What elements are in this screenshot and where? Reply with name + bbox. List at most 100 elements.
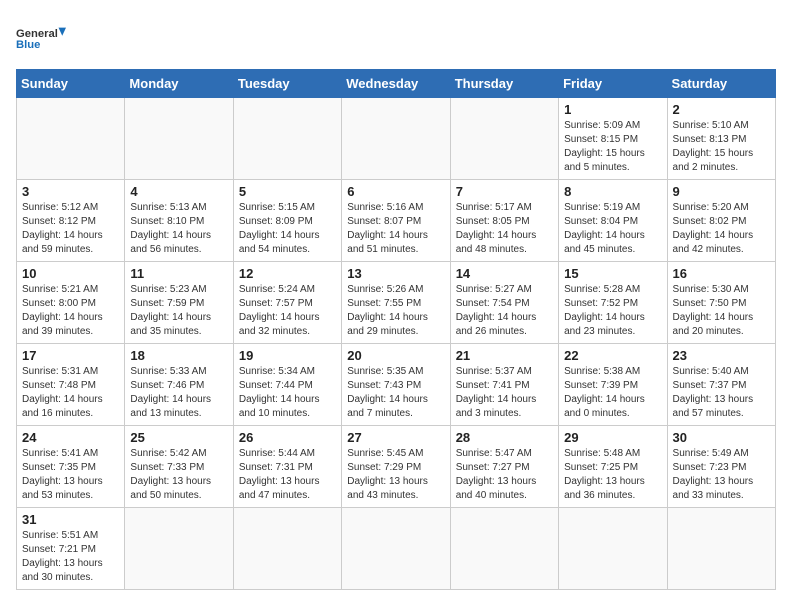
svg-text:Blue: Blue <box>16 39 40 51</box>
weekday-header-tuesday: Tuesday <box>233 70 341 98</box>
calendar-cell: 29 Sunrise: 5:48 AM Sunset: 7:25 PM Dayli… <box>559 426 667 508</box>
calendar-cell: 16 Sunrise: 5:30 AM Sunset: 7:50 PM Dayli… <box>667 262 775 344</box>
calendar-cell <box>233 508 341 590</box>
day-info: Sunrise: 5:49 AM Sunset: 7:23 PM Dayligh… <box>673 447 770 503</box>
calendar-cell: 8Sunrise: 5:19 AM Sunset: 8:04 PM Daylig… <box>559 180 667 262</box>
day-info: Sunrise: 5:10 AM Sunset: 8:13 PM Dayligh… <box>673 119 770 175</box>
day-info: Sunrise: 5:12 AM Sunset: 8:12 PM Dayligh… <box>22 201 119 257</box>
day-number: 15 <box>564 266 661 281</box>
calendar-cell <box>450 508 558 590</box>
calendar-cell: 30 Sunrise: 5:49 AM Sunset: 7:23 PM Dayli… <box>667 426 775 508</box>
day-number: 2 <box>673 102 770 117</box>
calendar-cell: 4Sunrise: 5:13 AM Sunset: 8:10 PM Daylig… <box>125 180 233 262</box>
calendar-cell: 20 Sunrise: 5:35 AM Sunset: 7:43 PM Dayli… <box>342 344 450 426</box>
calendar-week-row: 17 Sunrise: 5:31 AM Sunset: 7:48 PM Dayli… <box>17 344 776 426</box>
weekday-header-friday: Friday <box>559 70 667 98</box>
day-number: 13 <box>347 266 444 281</box>
calendar-cell: 3 Sunrise: 5:12 AM Sunset: 8:12 PM Daylig… <box>17 180 125 262</box>
calendar-cell: 14Sunrise: 5:27 AM Sunset: 7:54 PM Dayli… <box>450 262 558 344</box>
day-number: 12 <box>239 266 336 281</box>
calendar-cell: 21Sunrise: 5:37 AM Sunset: 7:41 PM Dayli… <box>450 344 558 426</box>
calendar-week-row: 31 Sunrise: 5:51 AM Sunset: 7:21 PM Dayli… <box>17 508 776 590</box>
day-number: 14 <box>456 266 553 281</box>
calendar-cell <box>342 98 450 180</box>
weekday-header-monday: Monday <box>125 70 233 98</box>
day-info: Sunrise: 5:40 AM Sunset: 7:37 PM Dayligh… <box>673 365 770 421</box>
day-info: Sunrise: 5:16 AM Sunset: 8:07 PM Dayligh… <box>347 201 444 257</box>
day-number: 6 <box>347 184 444 199</box>
day-number: 23 <box>673 348 770 363</box>
day-info: Sunrise: 5:23 AM Sunset: 7:59 PM Dayligh… <box>130 283 227 339</box>
day-info: Sunrise: 5:17 AM Sunset: 8:05 PM Dayligh… <box>456 201 553 257</box>
day-info: Sunrise: 5:19 AM Sunset: 8:04 PM Dayligh… <box>564 201 661 257</box>
calendar-cell: 26Sunrise: 5:44 AM Sunset: 7:31 PM Dayli… <box>233 426 341 508</box>
weekday-header-sunday: Sunday <box>17 70 125 98</box>
calendar-cell: 10 Sunrise: 5:21 AM Sunset: 8:00 PM Dayli… <box>17 262 125 344</box>
day-info: Sunrise: 5:51 AM Sunset: 7:21 PM Dayligh… <box>22 529 119 585</box>
calendar-cell <box>125 98 233 180</box>
calendar: SundayMondayTuesdayWednesdayThursdayFrid… <box>16 69 776 590</box>
day-number: 25 <box>130 430 227 445</box>
calendar-cell: 7Sunrise: 5:17 AM Sunset: 8:05 PM Daylig… <box>450 180 558 262</box>
calendar-cell <box>559 508 667 590</box>
day-number: 18 <box>130 348 227 363</box>
logo-svg: General Blue <box>16 16 66 61</box>
day-info: Sunrise: 5:41 AM Sunset: 7:35 PM Dayligh… <box>22 447 119 503</box>
calendar-cell: 28Sunrise: 5:47 AM Sunset: 7:27 PM Dayli… <box>450 426 558 508</box>
calendar-cell: 6 Sunrise: 5:16 AM Sunset: 8:07 PM Daylig… <box>342 180 450 262</box>
day-number: 9 <box>673 184 770 199</box>
day-info: Sunrise: 5:21 AM Sunset: 8:00 PM Dayligh… <box>22 283 119 339</box>
day-number: 1 <box>564 102 661 117</box>
calendar-cell <box>17 98 125 180</box>
calendar-cell <box>342 508 450 590</box>
day-info: Sunrise: 5:20 AM Sunset: 8:02 PM Dayligh… <box>673 201 770 257</box>
calendar-cell <box>233 98 341 180</box>
day-info: Sunrise: 5:45 AM Sunset: 7:29 PM Dayligh… <box>347 447 444 503</box>
calendar-cell: 9 Sunrise: 5:20 AM Sunset: 8:02 PM Daylig… <box>667 180 775 262</box>
day-number: 27 <box>347 430 444 445</box>
day-number: 16 <box>673 266 770 281</box>
day-info: Sunrise: 5:48 AM Sunset: 7:25 PM Dayligh… <box>564 447 661 503</box>
day-number: 20 <box>347 348 444 363</box>
day-number: 11 <box>130 266 227 281</box>
day-info: Sunrise: 5:24 AM Sunset: 7:57 PM Dayligh… <box>239 283 336 339</box>
day-info: Sunrise: 5:28 AM Sunset: 7:52 PM Dayligh… <box>564 283 661 339</box>
calendar-cell: 25Sunrise: 5:42 AM Sunset: 7:33 PM Dayli… <box>125 426 233 508</box>
day-number: 17 <box>22 348 119 363</box>
day-number: 30 <box>673 430 770 445</box>
day-info: Sunrise: 5:26 AM Sunset: 7:55 PM Dayligh… <box>347 283 444 339</box>
calendar-cell: 2 Sunrise: 5:10 AM Sunset: 8:13 PM Daylig… <box>667 98 775 180</box>
calendar-cell: 24 Sunrise: 5:41 AM Sunset: 7:35 PM Dayli… <box>17 426 125 508</box>
calendar-cell: 12 Sunrise: 5:24 AM Sunset: 7:57 PM Dayli… <box>233 262 341 344</box>
day-info: Sunrise: 5:31 AM Sunset: 7:48 PM Dayligh… <box>22 365 119 421</box>
calendar-cell: 23 Sunrise: 5:40 AM Sunset: 7:37 PM Dayli… <box>667 344 775 426</box>
day-number: 26 <box>239 430 336 445</box>
day-info: Sunrise: 5:47 AM Sunset: 7:27 PM Dayligh… <box>456 447 553 503</box>
calendar-cell: 15 Sunrise: 5:28 AM Sunset: 7:52 PM Dayli… <box>559 262 667 344</box>
day-number: 5 <box>239 184 336 199</box>
day-info: Sunrise: 5:38 AM Sunset: 7:39 PM Dayligh… <box>564 365 661 421</box>
calendar-cell: 17 Sunrise: 5:31 AM Sunset: 7:48 PM Dayli… <box>17 344 125 426</box>
day-number: 31 <box>22 512 119 527</box>
day-info: Sunrise: 5:34 AM Sunset: 7:44 PM Dayligh… <box>239 365 336 421</box>
day-info: Sunrise: 5:35 AM Sunset: 7:43 PM Dayligh… <box>347 365 444 421</box>
weekday-header-row: SundayMondayTuesdayWednesdayThursdayFrid… <box>17 70 776 98</box>
calendar-cell <box>450 98 558 180</box>
day-info: Sunrise: 5:30 AM Sunset: 7:50 PM Dayligh… <box>673 283 770 339</box>
day-number: 3 <box>22 184 119 199</box>
calendar-week-row: 3 Sunrise: 5:12 AM Sunset: 8:12 PM Daylig… <box>17 180 776 262</box>
calendar-cell <box>667 508 775 590</box>
day-number: 10 <box>22 266 119 281</box>
day-number: 4 <box>130 184 227 199</box>
calendar-cell: 13 Sunrise: 5:26 AM Sunset: 7:55 PM Dayli… <box>342 262 450 344</box>
day-info: Sunrise: 5:37 AM Sunset: 7:41 PM Dayligh… <box>456 365 553 421</box>
day-number: 19 <box>239 348 336 363</box>
day-number: 24 <box>22 430 119 445</box>
calendar-cell: 1Sunrise: 5:09 AM Sunset: 8:15 PM Daylig… <box>559 98 667 180</box>
day-info: Sunrise: 5:15 AM Sunset: 8:09 PM Dayligh… <box>239 201 336 257</box>
weekday-header-thursday: Thursday <box>450 70 558 98</box>
day-number: 29 <box>564 430 661 445</box>
calendar-cell: 19 Sunrise: 5:34 AM Sunset: 7:44 PM Dayli… <box>233 344 341 426</box>
calendar-week-row: 1Sunrise: 5:09 AM Sunset: 8:15 PM Daylig… <box>17 98 776 180</box>
calendar-cell: 27 Sunrise: 5:45 AM Sunset: 7:29 PM Dayli… <box>342 426 450 508</box>
